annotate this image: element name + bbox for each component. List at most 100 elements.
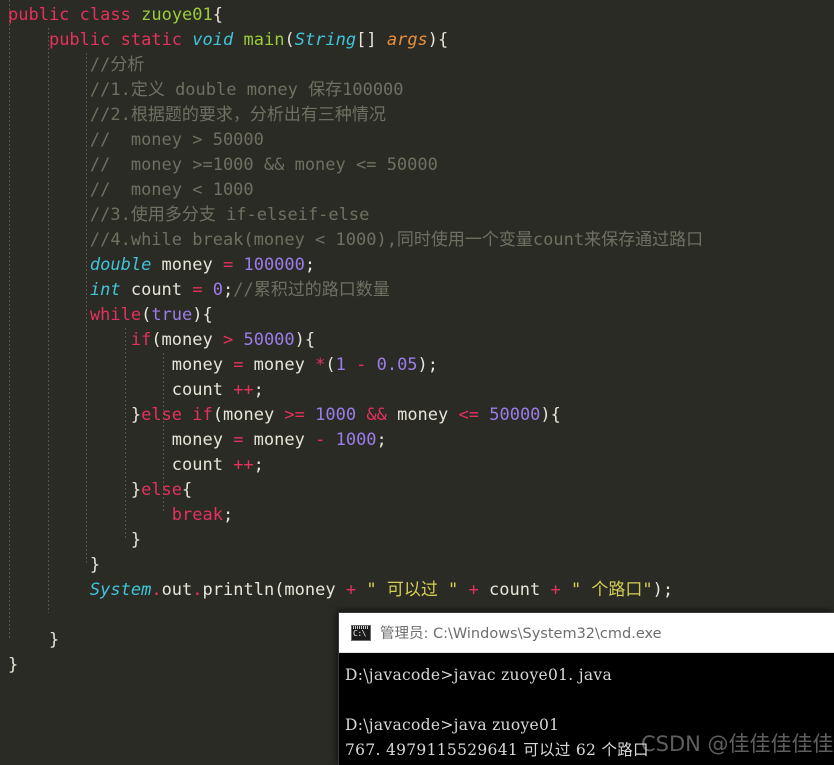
code-token-pl: ); [652,580,674,600]
cmd-console-output[interactable]: D:\javacode>javac zuoye01. java D:\javaco… [339,653,834,765]
code-token-num: 1 [335,355,346,375]
code-token-pl: } [89,555,101,575]
code-line: public static void main(String[] args){ [0,28,834,53]
code-token-op: - [315,430,326,450]
code-token-pl: ; [376,430,387,450]
code-token-op: = [222,255,234,275]
code-token-num: 50000 [243,330,295,350]
code-token-op: = [192,280,203,300]
code-line: money = money *(1 - 0.05); [0,353,834,378]
code-token-cls: zuoye01 [141,5,213,25]
code-token-pl: count [478,580,551,600]
code-token-kw: if [192,405,213,425]
code-token-kw: while [89,305,142,325]
code-token-pl: { [182,480,193,500]
code-token-cmt: //分析 [89,55,145,75]
code-token-cmt: //3.使用多分支 if-elseif-else [89,205,370,225]
cmd-console-icon: C:\ [351,624,371,641]
console-line: 767. 4979115529641 可以过 62 个路口 [345,741,649,759]
code-token-op: + [345,580,357,600]
code-token-pl: } [130,405,142,425]
code-token-pl: println [202,580,275,600]
code-token-pl: (money [151,330,223,350]
code-token-op: ++ [233,380,254,400]
code-line: double money = 100000; [0,253,834,278]
code-line: while(true){ [0,303,834,328]
cmd-icon-label: C:\ [353,628,366,638]
code-content: public class zuoye01{ public static void… [0,3,834,678]
code-line: //3.使用多分支 if-elseif-else [0,203,834,228]
code-token-kw: public [8,5,70,25]
code-token-pl: (money [274,580,346,600]
code-token-kw: public [48,30,111,50]
code-token-type: int [89,280,121,300]
code-token-op: = [233,355,244,375]
code-line: public class zuoye01{ [0,3,834,28]
code-token-pl: } [8,655,19,675]
code-line: //分析 [0,53,834,78]
code-token-cmt: // money < 1000 [89,180,254,200]
code-token-pl: ( [284,30,295,50]
code-token-cmt: // money >=1000 && money <= 50000 [89,155,438,175]
code-token-pl: ){ [427,30,449,50]
code-token-pl: ; [304,255,316,275]
code-token-op: > [222,330,234,350]
code-token-pl: out [161,580,193,600]
code-token-pl: ( [141,305,152,325]
code-token-pl: count [171,380,234,400]
code-token-pl: count [171,455,234,475]
code-token-op: = [233,430,244,450]
console-line: D:\javacode>java zuoye01 [345,716,560,734]
code-token-kw: class [79,5,131,25]
code-token-sysname: System [89,580,152,600]
code-token-kw: break [171,505,223,525]
code-token-type: void [192,30,234,50]
console-line: D:\javacode>javac zuoye01. java [345,666,612,684]
code-token-type: String [294,30,357,50]
cmd-window[interactable]: C:\ 管理员: C:\Windows\System32\cmd.exe D:\… [338,612,834,765]
code-token-kw: else [141,480,183,500]
code-token-op: . [151,580,162,600]
code-token-cmt: //4.while break(money < 1000),同时使用一个变量co… [89,230,704,250]
code-line: }else if(money >= 1000 && money <= 50000… [0,403,834,428]
code-token-num: true [151,305,193,325]
code-line: if(money > 50000){ [0,328,834,353]
code-token-pl: money [151,255,223,275]
cmd-titlebar[interactable]: C:\ 管理员: C:\Windows\System32\cmd.exe [339,613,834,653]
code-token-pl: money [243,355,316,375]
code-token-cmt: // money > 50000 [89,130,264,150]
code-token-pl: ; [222,505,234,525]
code-line: //4.while break(money < 1000),同时使用一个变量co… [0,228,834,253]
code-token-pl: ( [325,355,336,375]
code-token-op: + [468,580,479,600]
code-token-pl: (money [212,405,285,425]
code-token-pl: count [120,280,193,300]
code-token-pl: ; [223,280,234,300]
code-token-pl: } [48,630,60,650]
code-line: } [0,553,834,578]
code-token-pl: ; [253,455,264,475]
